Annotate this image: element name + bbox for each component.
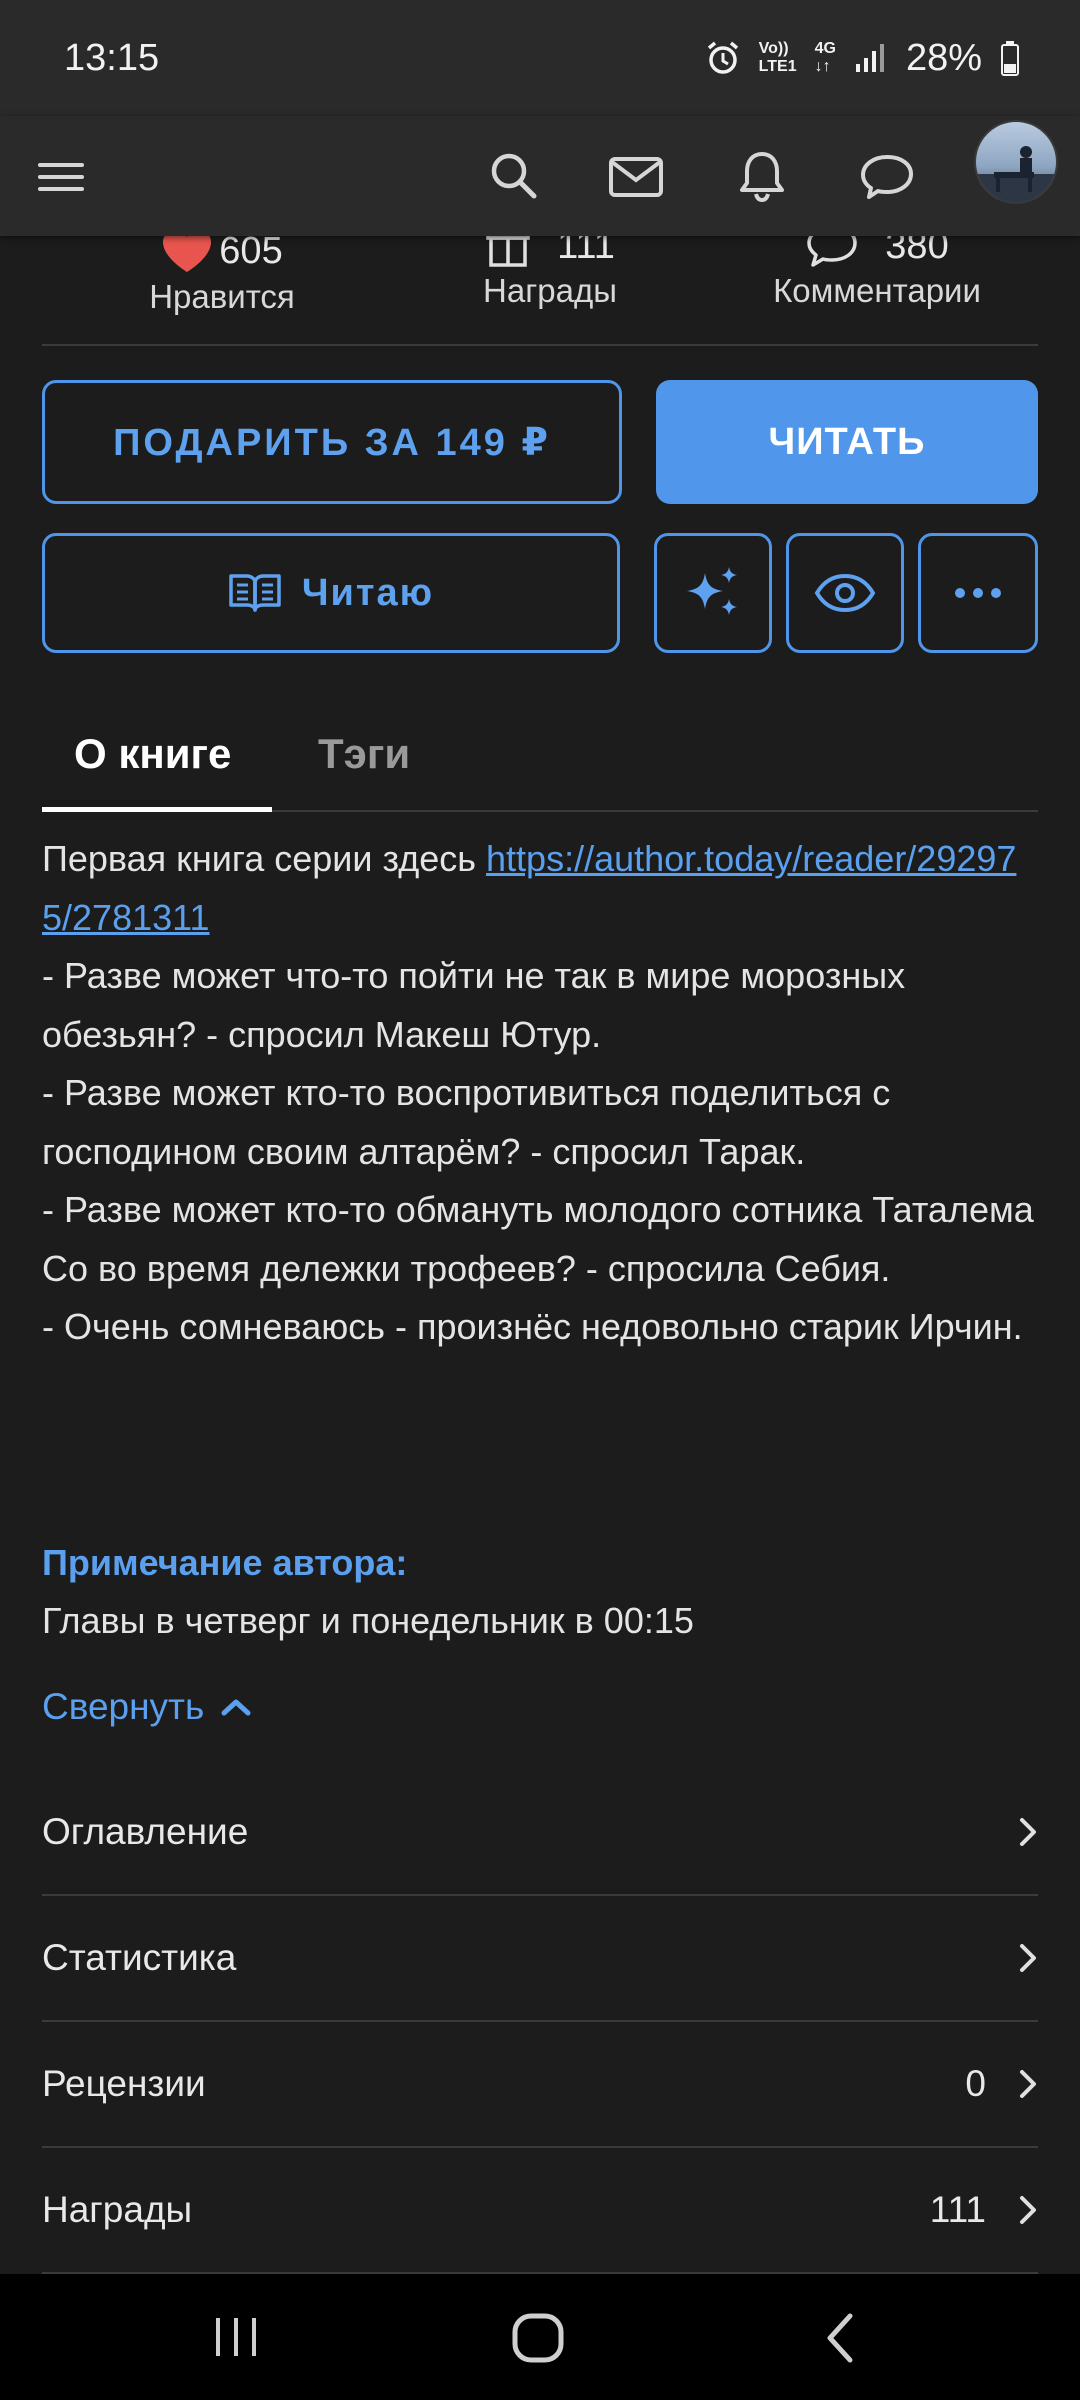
home-icon[interactable]: [510, 2312, 566, 2364]
mail-icon[interactable]: [608, 148, 664, 204]
list-item-label: Статистика: [42, 1937, 237, 1978]
chevron-right-icon: [1020, 1944, 1036, 1972]
bell-icon[interactable]: [734, 148, 790, 204]
more-button[interactable]: [918, 533, 1038, 653]
system-nav-bar: [0, 2274, 1080, 2400]
battery-percent: 28%: [905, 36, 982, 79]
list-item-awards[interactable]: Награды 111: [42, 2148, 1038, 2274]
description-line: - Разве может кто-то обмануть молодого с…: [42, 1189, 1034, 1289]
status-time: 13:15: [64, 36, 160, 79]
comments-label: Комментарии: [773, 272, 981, 309]
tab-indicator: [42, 807, 272, 812]
menu-icon[interactable]: [36, 146, 88, 206]
list-item-reviews[interactable]: Рецензии 0: [42, 2022, 1038, 2148]
status-icons: Vo)) LTE1 4G ↓↑ 28%: [705, 37, 1020, 80]
sparkle-button[interactable]: [654, 533, 772, 653]
book-stats: 605 Нравится 111 Награды 380 Комментарии: [42, 225, 1038, 346]
signal-icon: [855, 44, 884, 72]
description-line: - Разве может кто-то воспротивиться поде…: [42, 1072, 891, 1172]
list-item-statistics[interactable]: Статистика: [42, 1896, 1038, 2022]
gift-button[interactable]: ПОДАРИТЬ ЗА 149 ₽: [42, 380, 622, 504]
book-sections-list: Оглавление Статистика Рецензии 0 Награды: [42, 1770, 1038, 2274]
eye-icon: [814, 573, 876, 613]
comments-stat[interactable]: 380 Комментарии: [752, 224, 1002, 310]
watch-button[interactable]: [786, 533, 904, 653]
awards-label: Награды: [483, 272, 617, 309]
chevron-right-icon: [1020, 2196, 1036, 2224]
awards-stat[interactable]: 111 Награды: [460, 224, 640, 310]
more-icon: [955, 588, 1001, 598]
tab-tags[interactable]: Тэги: [318, 730, 410, 778]
avatar-image: [976, 146, 1056, 202]
likes-stat[interactable]: 605 Нравится: [142, 228, 302, 316]
chat-icon[interactable]: [858, 148, 916, 204]
chevron-up-icon: [221, 1699, 251, 1716]
description-line: - Очень сомневаюсь - произнёс недовольно…: [42, 1306, 1023, 1347]
reading-button[interactable]: Читаю: [42, 533, 620, 653]
author-note-text: Главы в четверг и понедельник в 00:15: [42, 1600, 694, 1641]
list-item-count: 111: [929, 2189, 986, 2230]
avatar[interactable]: [974, 120, 1058, 204]
read-button[interactable]: ЧИТАТЬ: [656, 380, 1038, 504]
sparkle-icon: [687, 567, 737, 615]
back-icon[interactable]: [822, 2312, 858, 2364]
list-item-count: 0: [965, 2063, 986, 2104]
author-note-title: Примечание автора:: [42, 1542, 408, 1583]
description-line: - Разве может что-то пойти не так в мире…: [42, 955, 906, 1055]
battery-icon: [1001, 41, 1019, 76]
network-indicator: 4G ↓↑: [814, 40, 836, 75]
list-item-label: Рецензии: [42, 2063, 206, 2104]
status-bar: 13:15 Vo)) LTE1 4G ↓↑ 28%: [0, 0, 1080, 116]
tab-about[interactable]: О книге: [74, 730, 231, 778]
chevron-right-icon: [1020, 2070, 1036, 2098]
app-bar: [0, 116, 1080, 236]
book-open-icon: [229, 574, 281, 612]
alarm-icon: [707, 41, 738, 74]
collapse-label: Свернуть: [42, 1686, 205, 1727]
list-item-label: Оглавление: [42, 1811, 249, 1852]
list-item-label: Награды: [42, 2189, 193, 2230]
likes-label: Нравится: [149, 278, 295, 315]
list-item-contents[interactable]: Оглавление: [42, 1770, 1038, 1896]
search-icon[interactable]: [486, 148, 542, 204]
book-tabs: О книге Тэги: [42, 712, 1038, 812]
volte-indicator: Vo)) LTE1: [758, 40, 797, 75]
chevron-right-icon: [1020, 1818, 1036, 1846]
book-description: Первая книга серии здесь https://author.…: [42, 830, 1042, 1357]
collapse-button[interactable]: Свернуть: [42, 1686, 252, 1728]
recent-apps-icon[interactable]: [212, 2312, 260, 2362]
description-intro-line: Первая книга серии здесь https://author.…: [42, 838, 1017, 938]
